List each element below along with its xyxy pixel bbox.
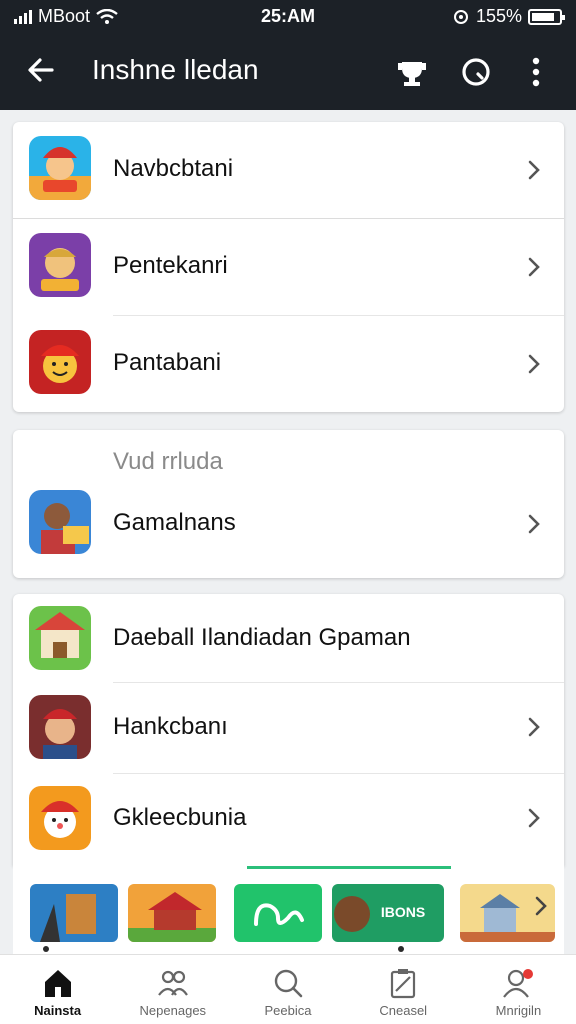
list-item[interactable]: Pantabani [13,316,564,412]
chevron-right-icon [528,514,540,534]
pager-dot [43,946,49,952]
list-item-label: Navbcbtani [113,155,234,182]
list-item-label: Daeball Ilandiadan Gpaman [113,624,411,651]
game-icon-6 [29,695,91,759]
pager-dot [398,946,404,952]
featured-carousel[interactable]: IBONS [13,866,564,954]
page-title: Inshne lledan [92,54,259,85]
game-list-card-1: Navbcbtani Pentekanri Pantabani [13,122,564,412]
list-item[interactable]: Daeball Ilandiadan Gpaman [13,594,564,682]
game-icon-3 [29,330,91,394]
search-icon[interactable] [456,52,496,92]
nav-item-clipboard[interactable]: Cneasel [346,955,461,1024]
list-item-label: Pantabani [113,349,222,376]
app-bar: Inshne lledan [0,34,576,110]
game-icon-7 [29,786,91,850]
carousel-indicator [247,866,451,869]
more-vertical-icon[interactable] [516,52,556,92]
nav-label: Nainsta [34,1003,82,1018]
nav-item-profile[interactable]: Mnrigiln [461,955,576,1024]
knight-tile-image [30,884,118,942]
chevron-right-icon [528,257,540,277]
trophy-icon[interactable] [392,52,432,92]
home-icon [44,970,71,997]
game-list-card-3: Daeball Ilandiadan Gpaman Hankcbanı Gkle… [13,594,564,866]
list-item[interactable]: Gkleecbunia [13,774,564,866]
bottom-nav: Nainsta Nepenages Peebica Cneasel Mnrigi… [0,954,576,1024]
wave-tile-image [234,884,322,942]
list-item[interactable]: Hankcbanı [13,683,564,773]
game-list-card-2: Vud rrluda Gamalnans [13,430,564,578]
chevron-right-icon [528,354,540,374]
game-icon-1 [29,136,91,200]
chevron-right-icon [528,808,540,828]
temple-tile-image [128,884,216,942]
nav-label: Peebica [264,1003,312,1018]
chevron-right-icon [528,717,540,737]
game-icon-2 [29,233,91,297]
list-item[interactable]: Pentekanri [13,219,564,315]
game-icon-4 [29,490,91,554]
profile-icon [503,969,534,998]
nav-label: Nepenages [139,1003,207,1018]
list-item-label: Hankcbanı [113,713,228,740]
search-icon [274,969,303,998]
chevron-right-icon [528,160,540,180]
nav-item-home[interactable]: Nainsta [0,955,115,1024]
list-item-label: Pentekanri [113,252,228,279]
battery-percent: 155% [475,6,522,26]
list-item-label: Gamalnans [113,509,236,536]
chevron-right-icon[interactable] [532,894,550,918]
nav-item-people[interactable]: Nepenages [115,955,230,1024]
nav-item-search[interactable]: Peebica [230,955,345,1024]
carousel-tile[interactable]: IBONS [332,884,444,942]
game-icon-5 [29,606,91,670]
status-right: 155% [452,6,565,27]
carousel-tile[interactable] [30,884,118,942]
clipboard-icon [391,969,416,999]
status-bar: MBoot 25:AM 155% [0,0,576,34]
list-item-label: Gkleecbunia [113,804,247,831]
people-icon [157,970,188,996]
arrow-left-icon[interactable] [22,50,62,90]
promo-tile-text: IBONS [380,904,426,920]
carousel-tile[interactable] [234,884,322,942]
battery-fill [532,12,555,21]
nav-label: Cneasel [379,1003,428,1018]
location-icon [453,9,468,24]
carousel-tile[interactable] [128,884,216,942]
battery-icon [528,8,565,25]
list-item[interactable]: Navbcbtani [13,122,564,218]
list-item[interactable]: Gamalnans [13,476,564,572]
nav-label: Mnrigiln [495,1003,542,1018]
section-label: Vud rrluda [113,448,223,475]
